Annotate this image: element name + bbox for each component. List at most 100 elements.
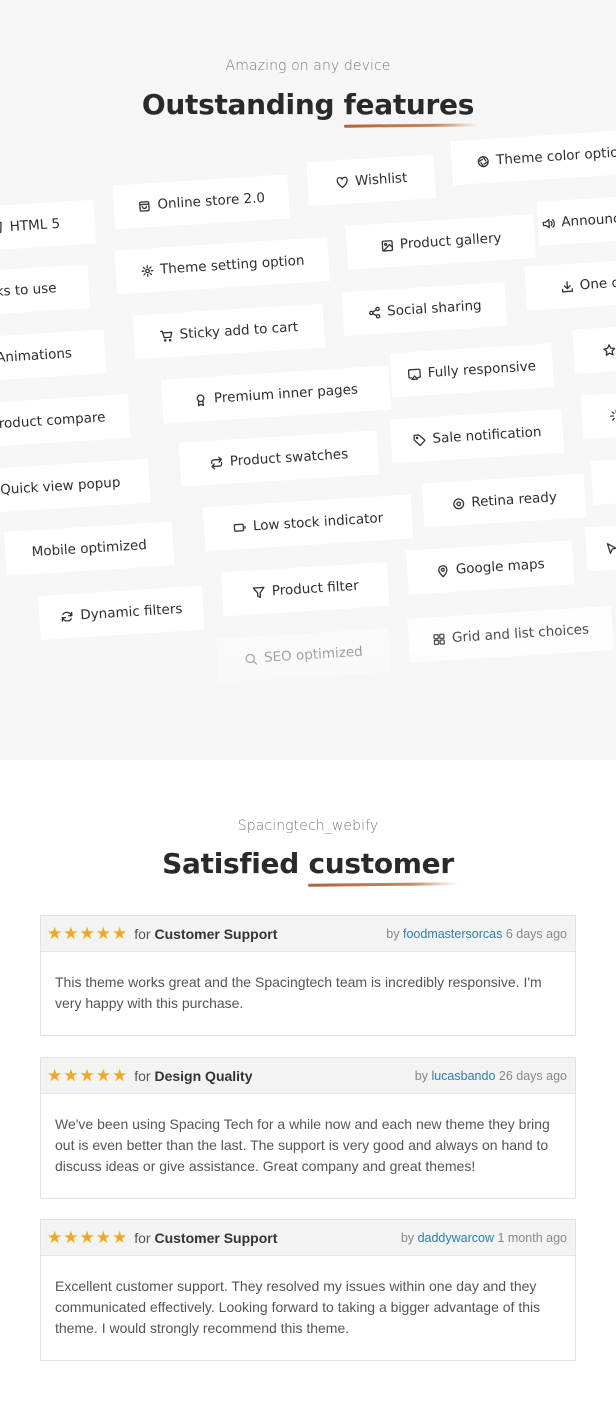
eye-icon (451, 496, 466, 511)
loader-icon (609, 408, 616, 423)
review-card: ★ ★ ★ ★ ★ for Design Quality by lucasbando 26 … (40, 1057, 576, 1199)
review-category-prefix: for (134, 1229, 151, 1246)
review-author-link[interactable]: foodmastersorcas (403, 927, 502, 941)
feature-card-label: Fully responsive (427, 358, 537, 382)
star-icon: ★ (47, 924, 63, 943)
reviews-title-main: Satisfied (162, 847, 299, 880)
review-by-prefix: by (414, 1068, 428, 1083)
feature-card-label: Social sharing (386, 297, 483, 320)
review-category-name: Customer Support (154, 1229, 278, 1246)
feature-card: Clicks to use (0, 264, 91, 318)
star-icon: ★ (95, 1066, 111, 1085)
review-byline: by lucasbando 26 days ago (415, 1069, 567, 1083)
review-card: ★ ★ ★ ★ ★ for Customer Support by foodmasterso… (40, 915, 576, 1036)
aperture-icon (476, 154, 491, 169)
feature-card-label: Sticky add to cart (179, 319, 299, 343)
filter-icon (251, 585, 266, 600)
feature-card: Fully responsive (389, 343, 555, 398)
feature-card-label: Announcement (560, 207, 616, 231)
star-icon: ★ (79, 1228, 95, 1247)
review-author-link[interactable]: daddywarcow (418, 1231, 494, 1245)
feature-card: Social sharing (341, 282, 508, 337)
feature-card: Infini (584, 521, 616, 572)
feature-card-label: Low stock indicator (252, 510, 384, 535)
review-header: ★ ★ ★ ★ ★ for Customer Support by daddywarcow … (41, 1220, 575, 1256)
feature-card: Low stock indicator (202, 494, 414, 552)
star-icon: ★ (95, 1228, 111, 1247)
map-pin-icon (435, 563, 450, 578)
feature-card: Wishlist (306, 154, 436, 207)
heart-icon (335, 175, 350, 190)
pointer-icon (604, 540, 616, 555)
star-icon: ★ (112, 1228, 128, 1247)
review-text: Excellent customer support. They resolve… (55, 1278, 541, 1336)
battery-icon (233, 520, 248, 535)
feature-card-label: Product swatches (229, 446, 349, 470)
features-title-main: Outstanding (141, 88, 335, 121)
feature-card: Quick view popup (0, 458, 151, 514)
feature-card-label: Dynamic filters (79, 600, 183, 624)
review-header: ★ ★ ★ ★ ★ for Customer Support by foodmasterso… (41, 916, 575, 952)
review-by-prefix: by (400, 1230, 415, 1245)
star-icon (602, 342, 616, 357)
feature-card-label: Quick view popup (0, 474, 121, 499)
cart-icon (159, 328, 174, 343)
star-icon: ★ (79, 1066, 95, 1085)
review-text: We've been using Spacing Tech for a whil… (55, 1116, 550, 1174)
reviews-title: Satisfied customer (0, 847, 616, 880)
review-author-link[interactable]: lucasbando (431, 1069, 495, 1083)
award-icon (194, 392, 209, 407)
feature-card: Animations (0, 329, 107, 383)
feature-card: Sw (590, 455, 616, 505)
star-icon: ★ (63, 924, 79, 943)
review-text: This theme works great and the Spacingte… (55, 974, 542, 1011)
feature-card-label: Grid and list choices (451, 621, 590, 647)
image-icon (380, 238, 395, 253)
feature-card-label: One click (579, 273, 616, 294)
review-category-name: Customer Support (154, 925, 278, 942)
review-byline: by daddywarcow 1 month ago (401, 1231, 567, 1245)
reviews-eyebrow: Spacingtech_webify (237, 818, 379, 834)
feature-card: Google maps (406, 540, 575, 595)
review-card: ★ ★ ★ ★ ★ for Customer Support by daddywarcow … (40, 1219, 576, 1361)
feature-card-label: Theme setting option (159, 252, 305, 278)
feature-card: Online store 2.0 (112, 174, 290, 230)
star-rating: ★ ★ ★ ★ ★ (47, 1067, 127, 1084)
feature-card: Sale notification (389, 408, 565, 464)
review-rating-group: ★ ★ ★ ★ ★ for Customer Support (47, 925, 277, 942)
share-icon (367, 305, 382, 320)
feature-card-label: Online store 2.0 (156, 189, 266, 213)
feature-card-label: Sale notification (432, 424, 542, 447)
html5-icon (0, 220, 4, 235)
feature-card: HTML 5 (0, 199, 97, 253)
star-icon: ★ (47, 1228, 63, 1247)
features-title-accent: features (343, 88, 475, 121)
feature-card: Theme setting option (114, 237, 330, 295)
star-icon: ★ (63, 1066, 79, 1085)
refresh-icon (60, 609, 75, 624)
feature-card-label: Retina ready (470, 489, 558, 511)
review-category-prefix: for (134, 1067, 151, 1084)
review-header: ★ ★ ★ ★ ★ for Design Quality by lucasbando 26 … (41, 1058, 575, 1094)
feature-card-label: Premium inner pages (213, 381, 359, 407)
review-category: for Customer Support (134, 926, 277, 942)
repeat-icon (209, 455, 224, 470)
feature-card-label: Theme color option (495, 144, 616, 169)
feature-card-label: Product filter (271, 577, 360, 600)
feature-card: Sticky add to cart (132, 303, 326, 360)
feature-card-label: Google maps (455, 556, 546, 578)
review-category: for Customer Support (134, 1230, 277, 1246)
feature-card: Theme color option (450, 128, 616, 186)
airplay-icon (407, 366, 422, 381)
search-icon (244, 651, 259, 666)
tag-icon (412, 432, 427, 447)
feature-card: Product compare (0, 393, 131, 449)
feature-card: Dynamic filters (38, 585, 205, 640)
feature-card-label: SEO optimized (263, 643, 364, 666)
review-category-name: Design Quality (154, 1067, 253, 1084)
review-time: 26 days ago (498, 1068, 567, 1083)
feature-card: Fa (580, 389, 616, 440)
review-category-prefix: for (134, 925, 151, 942)
review-time: 1 month ago (497, 1230, 568, 1245)
feature-card-label: Clicks to use (0, 280, 57, 302)
